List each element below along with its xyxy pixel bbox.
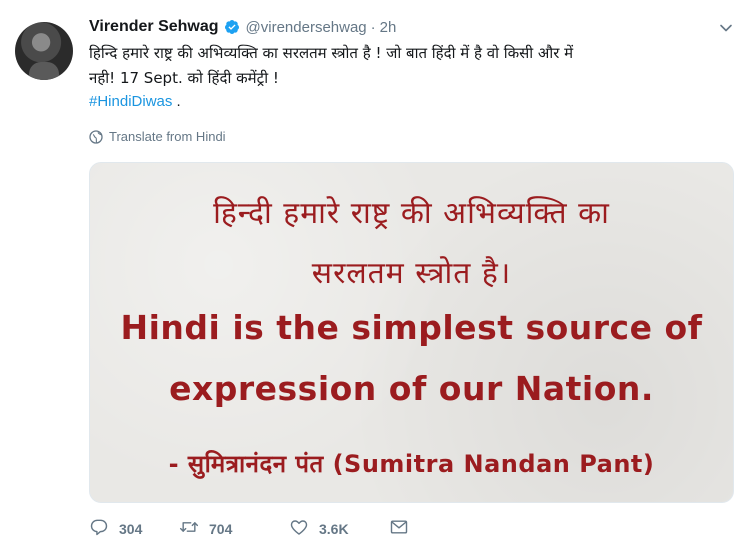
separator-dot: · <box>370 18 376 36</box>
tweet-text: हिन्दि हमारे राष्ट्र की अभिव्यक्ति का सर… <box>89 41 729 91</box>
direct-message-button[interactable] <box>389 517 409 541</box>
image-hindi-line-1: हिन्दी हमारे राष्ट्र की अभिव्यक्ति का <box>213 196 610 231</box>
tweet-text-line: हिन्दि हमारे राष्ट्र की अभिव्यक्ति का सर… <box>89 44 574 62</box>
retweet-count: 704 <box>209 521 233 537</box>
hashtag-link[interactable]: #HindiDiwas <box>89 93 172 110</box>
verified-badge-icon <box>224 19 240 35</box>
hashtag-line: #HindiDiwas . <box>89 93 181 110</box>
heart-icon <box>289 517 309 541</box>
retweet-button[interactable]: 704 <box>179 517 289 541</box>
reply-count: 304 <box>119 521 143 537</box>
like-count: 3.6K <box>319 521 349 537</box>
retweet-icon <box>179 517 199 541</box>
tweet-actions: 304 704 3.6K <box>89 518 409 540</box>
translate-label: Translate from Hindi <box>109 129 226 144</box>
like-button[interactable]: 3.6K <box>289 517 389 541</box>
reply-button[interactable]: 304 <box>89 517 179 541</box>
tweet-text-line: नही! 17 Sept. को हिंदी कमेंट्री ! <box>89 69 279 87</box>
tweet: Virender Sehwag @virendersehwag · 2h हिन… <box>0 0 750 555</box>
image-hindi-line-2: सरलतम स्त्रोत है। <box>311 256 512 291</box>
image-english-line-2: expression of our Nation. <box>169 369 654 408</box>
image-attribution: - सुमित्रानंदन पंत (Sumitra Nandan Pant) <box>168 450 655 478</box>
translate-link[interactable]: Translate from Hindi <box>89 129 226 144</box>
chevron-down-icon[interactable] <box>719 20 733 34</box>
tweet-image[interactable]: हिन्दी हमारे राष्ट्र की अभिव्यक्ति का सर… <box>89 162 734 503</box>
author-name[interactable]: Virender Sehwag <box>89 18 219 36</box>
avatar[interactable] <box>15 22 73 80</box>
image-english-line-1: Hindi is the simplest source of <box>120 308 703 347</box>
tweet-timestamp[interactable]: 2h <box>380 19 397 36</box>
envelope-icon <box>389 517 409 541</box>
hashtag-suffix: . <box>172 93 181 110</box>
tweet-header: Virender Sehwag @virendersehwag · 2h <box>89 16 396 38</box>
globe-icon <box>89 129 103 144</box>
reply-icon <box>89 517 109 541</box>
author-handle[interactable]: @virendersehwag <box>246 19 367 36</box>
